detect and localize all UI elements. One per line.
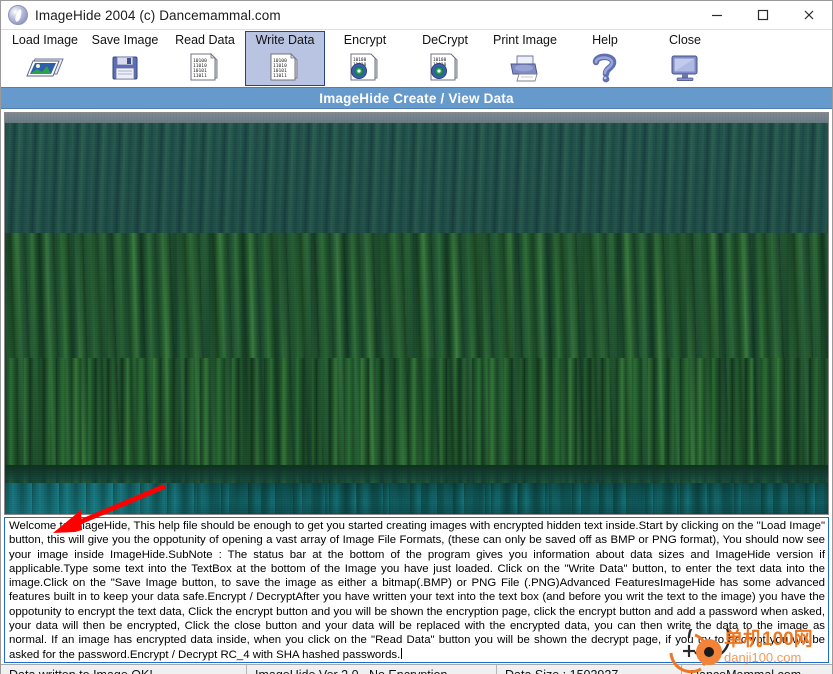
section-header-bar: ImageHide Create / View Data: [1, 87, 832, 109]
toolbar-label-write-data: Write Data: [255, 33, 315, 47]
hidden-text-textarea[interactable]: Welcome to ImageHide, This help file sho…: [4, 517, 829, 663]
app-logo-icon: [8, 5, 28, 25]
imagehide-window: ImageHide 2004 (c) Dancemammal.com Load …: [0, 0, 833, 674]
text-data-panel: Welcome to ImageHide, This help file sho…: [1, 515, 832, 664]
section-title: ImageHide Create / View Data: [319, 90, 514, 106]
status-message: Data written to Image OK!: [1, 665, 246, 674]
toolbar-button-read-data[interactable]: Read Data 10100 11010 10101 11011: [165, 31, 245, 86]
toolbar-label-save-image: Save Image: [91, 33, 159, 47]
minimize-icon[interactable]: [694, 1, 740, 30]
status-version: ImageHide Ver 2.0 , No Encryption: [246, 665, 496, 674]
toolbar-button-load-image[interactable]: Load Image: [5, 31, 85, 86]
binary-gear-icon: 10100 11010 10101: [343, 50, 387, 84]
toolbar-label-load-image: Load Image: [11, 33, 79, 47]
window-controls: [694, 1, 832, 30]
toolbar-button-write-data[interactable]: Write Data 10100 11010 10101 11011: [245, 31, 325, 86]
binary-gear-icon: 10100 11010 10101: [423, 50, 467, 84]
toolbar-label-print-image: Print Image: [493, 33, 557, 47]
status-site: DanceMammal.com: [681, 665, 832, 674]
toolbar-button-help[interactable]: Help: [565, 31, 645, 86]
toolbar-button-encrypt[interactable]: Encrypt 10100 11010 10101: [325, 31, 405, 86]
toolbar-button-decrypt[interactable]: DeCrypt 10100 11010 10101: [405, 31, 485, 86]
maximize-icon[interactable]: [740, 1, 786, 30]
toolbar-label-read-data: Read Data: [175, 33, 235, 47]
hidden-text-value: Welcome to ImageHide, This help file sho…: [9, 520, 825, 661]
loaded-image: [5, 113, 828, 514]
photo-water-reflection: [5, 483, 828, 514]
svg-text:11011: 11011: [273, 73, 287, 79]
close-icon[interactable]: [786, 1, 832, 30]
text-caret: [401, 647, 403, 659]
monitor-icon: [663, 50, 707, 84]
floppy-disk-icon: [103, 50, 147, 84]
image-frame[interactable]: [4, 112, 829, 515]
picture-icon: [23, 50, 67, 84]
title-bar: ImageHide 2004 (c) Dancemammal.com: [1, 1, 832, 30]
window-title: ImageHide 2004 (c) Dancemammal.com: [35, 7, 281, 23]
toolbar-button-save-image[interactable]: Save Image: [85, 31, 165, 86]
svg-text:11011: 11011: [193, 73, 207, 79]
main-toolbar: Load Image Save Image Read Data 10100 11…: [1, 30, 832, 87]
toolbar-label-close: Close: [669, 33, 701, 47]
printer-icon: [503, 50, 547, 84]
question-mark-icon: [583, 50, 627, 84]
status-bar: Data written to Image OK! ImageHide Ver …: [1, 663, 832, 674]
binary-page-icon: 10100 11010 10101 11011: [183, 50, 227, 84]
binary-page-icon: 10100 11010 10101 11011: [263, 50, 307, 84]
toolbar-label-encrypt: Encrypt: [343, 33, 387, 47]
toolbar-label-decrypt: DeCrypt: [422, 33, 468, 47]
image-preview-panel[interactable]: [1, 109, 832, 515]
toolbar-label-help: Help: [592, 33, 618, 47]
toolbar-button-print-image[interactable]: Print Image: [485, 31, 565, 86]
status-data-size: Data Size : 1503927: [496, 665, 681, 674]
toolbar-button-close[interactable]: Close: [645, 31, 725, 86]
